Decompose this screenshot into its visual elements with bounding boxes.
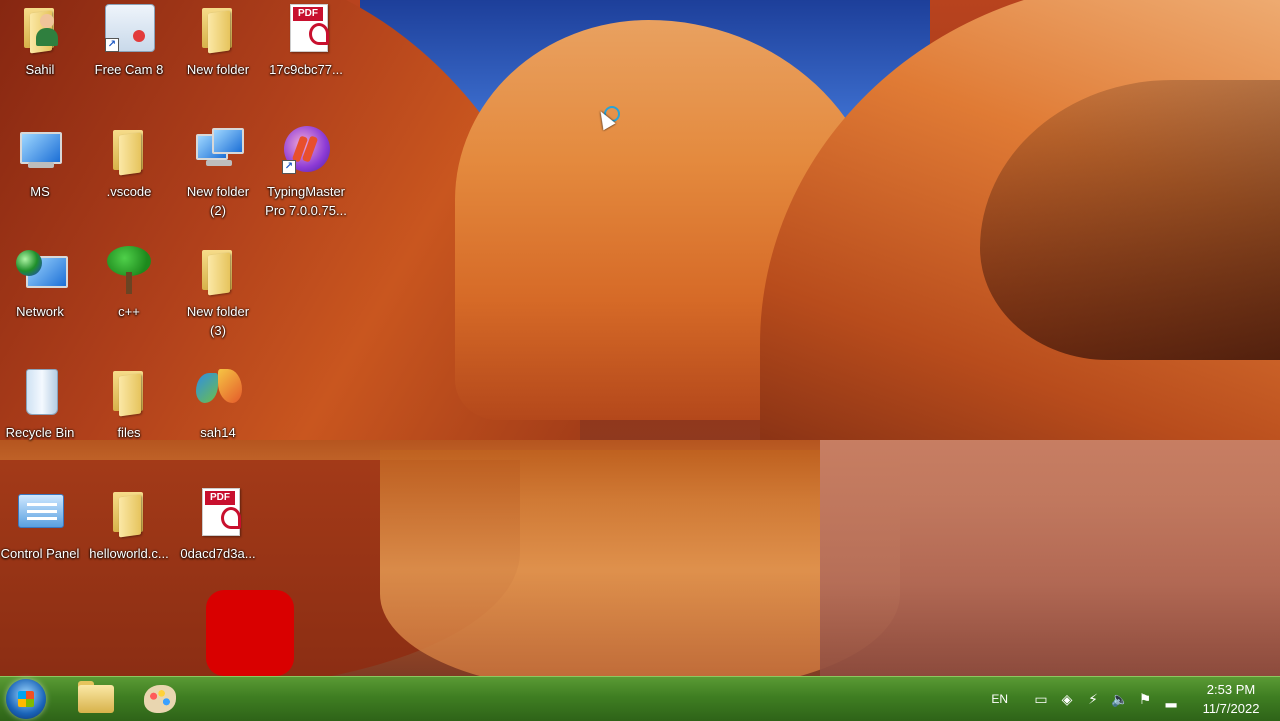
desktop-icon-sahil[interactable]: Sahil	[0, 0, 84, 116]
desktop-icon-typingmaster[interactable]: ↗ TypingMaster Pro 7.0.0.75...	[262, 122, 350, 238]
action-center-flag-icon[interactable]: ⚑	[1137, 691, 1153, 707]
power-icon[interactable]: ⚡	[1085, 691, 1101, 707]
folder-icon	[105, 367, 153, 417]
clock[interactable]: 2:53 PM 11/7/2022	[1198, 680, 1264, 718]
desktop-icon-label: MS	[30, 184, 50, 199]
desktop-icon-label: c++	[118, 304, 140, 319]
desktop-icon-label: Free Cam 8	[94, 62, 164, 77]
desktop-icon-label: .vscode	[106, 184, 152, 199]
monitor-tray-icon[interactable]: ▭	[1033, 691, 1049, 707]
network-computer-icon	[194, 126, 244, 174]
tree-icon	[105, 246, 153, 294]
desktop-icon-label: 0dacd7d3a...	[180, 546, 256, 561]
computer-icon	[16, 126, 64, 174]
desktop-icon-label: Network	[16, 304, 64, 319]
desktop-icon-label: New folder (3)	[186, 304, 250, 338]
desktop-icon-recycle-bin[interactable]: Recycle Bin	[0, 363, 84, 479]
taskbar-paint[interactable]	[134, 679, 184, 719]
freecam-icon: ↗	[105, 4, 155, 52]
desktop-icon-label: New folder (2)	[186, 184, 250, 218]
desktop-icon-sah14[interactable]: sah14	[174, 363, 262, 479]
desktop-icon-label: sah14	[200, 425, 236, 440]
clock-time: 2:53 PM	[1206, 682, 1256, 697]
desktop-icon-new-folder-3[interactable]: New folder (3)	[174, 242, 262, 358]
recycle-bin-icon	[16, 367, 64, 415]
desktop-icon-new-folder-2[interactable]: New folder (2)	[174, 122, 262, 238]
clock-date: 11/7/2022	[1202, 701, 1260, 716]
desktop-icon-label: Control Panel	[0, 546, 80, 561]
folder-icon	[194, 4, 242, 54]
user-folder-icon	[16, 4, 64, 54]
desktop-icon-label: New folder	[186, 62, 250, 77]
desktop-icon-cpp[interactable]: c++	[85, 242, 173, 358]
shortcut-arrow-icon: ↗	[105, 38, 119, 52]
windows-explorer-icon	[78, 685, 114, 713]
desktop-icon-new-folder[interactable]: New folder	[174, 0, 262, 116]
folder-icon	[105, 488, 153, 538]
desktop-icon-label: 17c9cbc77...	[269, 62, 343, 77]
folder-icon	[194, 246, 242, 296]
desktop-icon-control-panel[interactable]: Control Panel	[0, 484, 84, 600]
desktop-icon-network[interactable]: Network	[0, 242, 84, 358]
desktop-icon-vscode[interactable]: .vscode	[85, 122, 173, 238]
desktop-icon-ms[interactable]: MS	[0, 122, 84, 238]
desktop-icon-files[interactable]: files	[85, 363, 173, 479]
red-marker	[206, 590, 294, 676]
desktop-icon-label: helloworld.c...	[89, 546, 169, 561]
folder-icon	[105, 126, 153, 176]
desktop-icon-helloworld[interactable]: helloworld.c...	[85, 484, 173, 600]
network-signal-icon[interactable]: ▂	[1163, 691, 1179, 707]
desktop-icon-free-cam[interactable]: ↗ Free Cam 8	[85, 0, 173, 116]
wallpaper-reflection-right	[820, 440, 1280, 676]
system-tray: EN ▭ ◈ ⚡ 🔈 ⚑ ▂ 2:53 PM 11/7/2022	[991, 677, 1280, 721]
desktop-icon-label: Sahil	[25, 62, 55, 77]
desktop-icon-pdf-0dacd[interactable]: PDF 0dacd7d3a...	[174, 484, 262, 600]
butterfly-icon	[194, 367, 242, 415]
control-panel-icon	[16, 488, 64, 536]
paint-icon	[144, 685, 176, 713]
pdf-icon: PDF	[194, 488, 242, 536]
desktop-icon-pdf-17c9[interactable]: PDF 17c9cbc77...	[262, 0, 350, 116]
windows-logo-icon	[18, 691, 34, 707]
typingmaster-icon: ↗	[282, 126, 330, 174]
typingmaster-tray-icon[interactable]: ◈	[1059, 691, 1075, 707]
desktop: Sahil MS Network Recycle Bin Control Pan…	[0, 0, 1280, 676]
network-icon	[16, 246, 68, 294]
shortcut-arrow-icon: ↗	[282, 160, 296, 174]
language-indicator[interactable]: EN	[991, 692, 1008, 706]
desktop-icon-label: Recycle Bin	[5, 425, 75, 440]
volume-icon[interactable]: 🔈	[1111, 691, 1128, 707]
desktop-icon-label: TypingMaster Pro 7.0.0.75...	[265, 184, 347, 218]
taskbar-windows-explorer[interactable]	[70, 679, 120, 719]
pdf-icon: PDF	[282, 4, 330, 52]
start-button[interactable]	[6, 679, 46, 719]
taskbar: EN ▭ ◈ ⚡ 🔈 ⚑ ▂ 2:53 PM 11/7/2022	[0, 676, 1280, 721]
desktop-icon-label: files	[117, 425, 141, 440]
